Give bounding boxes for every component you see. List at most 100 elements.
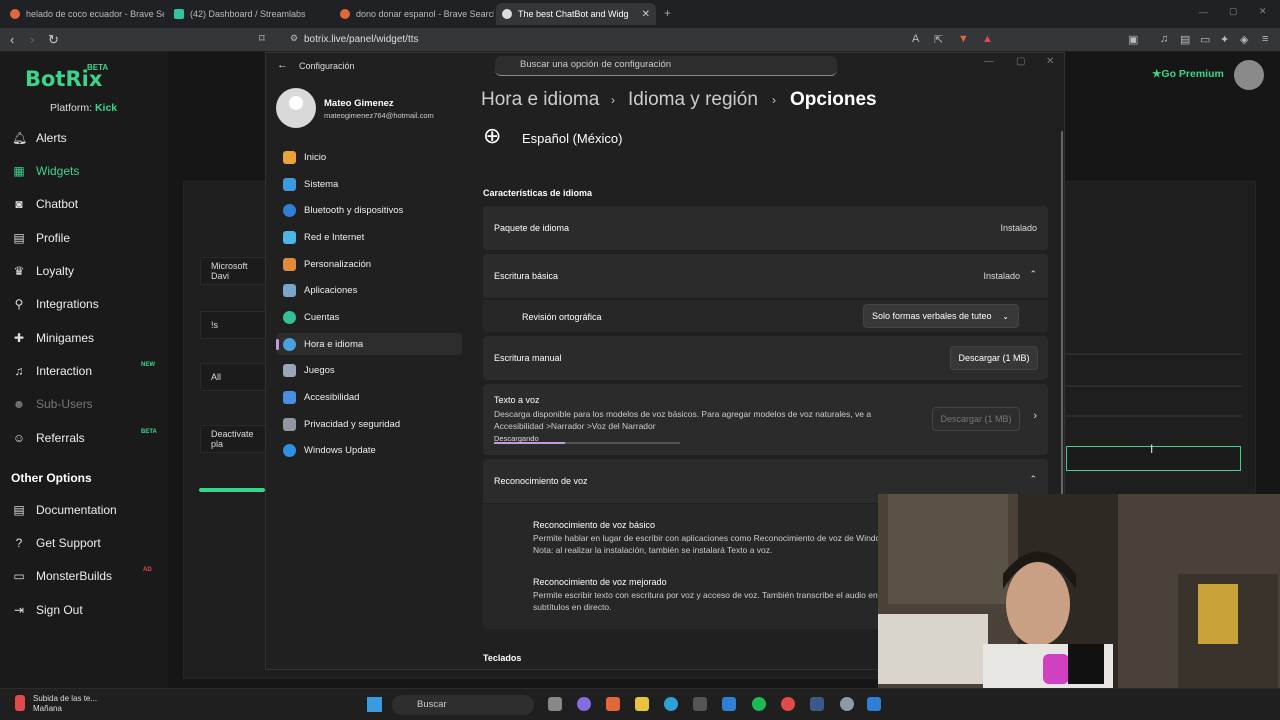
wallet-icon[interactable]: ▭ [1200,33,1210,46]
vpn-icon[interactable]: ◈ [1240,33,1248,46]
sidebar-item-monsterbuilds[interactable]: ▭ MonsterBuilds [12,569,112,583]
permission-select[interactable]: All [200,363,266,391]
browser-tab[interactable]: dono donar espanol - Brave Search [334,3,494,25]
breadcrumb-hora-idioma[interactable]: Hora e idioma [481,89,599,111]
sidebar-item-interaction[interactable]: ♫ Interaction [12,364,93,378]
go-premium-button[interactable]: ★Go Premium [1152,68,1224,80]
sidebar-item-alerts[interactable]: 🔔︎ Alerts [12,131,67,145]
avatar[interactable] [1234,60,1264,90]
back-arrow-icon[interactable]: ← [277,59,288,71]
recording-icon[interactable] [781,697,795,711]
sidebar-item-integrations[interactable]: ⚲ Integrations [12,297,99,311]
nav-item-windows-update[interactable]: Windows Update [276,439,462,461]
reader-icon[interactable]: ▤ [1180,33,1190,46]
steam-icon[interactable] [810,697,824,711]
spotify-icon[interactable] [752,697,766,711]
basic-typing-card[interactable]: Escritura básica Instalado ⌃ [483,254,1048,298]
new-badge: NEW [141,362,155,368]
brave-shield-icon[interactable]: ▼ [958,33,969,45]
minimize-icon[interactable]: — [984,56,994,67]
bookmark-icon[interactable]: ⌑ [259,32,265,45]
sidebar-item-sign-out[interactable]: ⇥ Sign Out [12,603,83,617]
close-window-icon[interactable]: ✕ [1259,6,1267,17]
file-explorer-icon[interactable] [635,697,649,711]
ad-badge: AD [143,567,152,573]
spelling-dropdown[interactable]: Solo formas verbales de tuteo ⌄ [863,304,1019,328]
edge-icon[interactable] [664,697,678,711]
nav-item-sistema[interactable]: Sistema [276,173,462,195]
platform-indicator: Platform: Kick [50,102,118,114]
mode-select[interactable]: Deactivate pla [200,425,266,453]
minimize-icon[interactable]: — [1199,7,1208,17]
sidebar-toggle-icon[interactable]: ▣ [1128,33,1138,46]
leo-icon[interactable]: ✦ [1220,33,1229,46]
tts-card[interactable]: Texto a voz Descarga disponible para los… [483,384,1048,455]
download-handwriting-button[interactable]: Descargar (1 MB) [950,346,1038,370]
copilot-icon[interactable] [577,697,591,711]
url-field[interactable]: botrix.live/panel/widget/tts [286,31,886,49]
browser-tab[interactable]: (42) Dashboard / Streamlabs [168,3,330,25]
text-input[interactable] [1066,446,1241,471]
sidebar-item-sub-users[interactable]: ☻ Sub-Users [12,397,93,411]
task-view-icon[interactable] [548,697,562,711]
settings-gear-icon[interactable] [840,697,854,711]
windows-start-icon[interactable] [367,697,382,712]
chevron-down-icon: ⌄ [1002,311,1009,321]
voice-select[interactable]: Microsoft Davi [200,257,266,285]
back-icon[interactable]: ‹ [10,32,14,47]
chevron-up-icon[interactable]: ⌃ [1029,269,1037,280]
user-avatar[interactable] [276,88,316,128]
forward-icon[interactable]: › [30,32,34,47]
brave-rewards-icon[interactable]: ▲ [982,33,993,45]
site-info-icon[interactable]: ⚙ [290,33,298,44]
nav-item-privacidad[interactable]: Privacidad y seguridad [276,413,462,435]
media-icon[interactable]: ♫ [1160,33,1168,45]
close-icon[interactable]: ✕ [1046,56,1054,67]
sidebar-item-get-support[interactable]: ? Get Support [12,536,101,550]
sidebar-item-widgets[interactable]: ▦ Widgets [12,164,79,178]
sidebar-item-chatbot[interactable]: ◙ Chatbot [12,197,78,211]
menu-icon[interactable]: ≡ [1262,33,1268,45]
sidebar-item-loyalty[interactable]: ♛ Loyalty [12,264,74,278]
nav-item-hora-idioma[interactable]: Hora e idioma [276,333,462,355]
users-icon: ☻ [12,397,26,411]
close-tab-icon[interactable]: ✕ [642,9,650,20]
weather-alert-icon [15,695,25,711]
sidebar-item-documentation[interactable]: ▤ Documentation [12,503,116,517]
breadcrumb-idioma-region[interactable]: Idioma y región [628,89,758,111]
maximize-icon[interactable]: ▢ [1016,56,1025,67]
sidebar-item-referrals[interactable]: ☺ Referrals [12,431,85,445]
taskbar-search[interactable]: Buscar [392,695,534,715]
chevron-up-icon[interactable]: ⌃ [1029,474,1037,485]
nav-item-cuentas[interactable]: Cuentas [276,306,462,328]
nav-item-accesibilidad[interactable]: Accesibilidad [276,386,462,408]
sidebar-item-minigames[interactable]: ✚ Minigames [12,331,94,345]
nav-item-aplicaciones[interactable]: Aplicaciones [276,279,462,301]
scrollbar[interactable] [1061,131,1063,511]
new-tab-icon[interactable]: + [664,6,671,20]
reload-icon[interactable]: ↻ [48,32,59,48]
mail-icon[interactable] [722,697,736,711]
command-input[interactable]: !s [200,311,266,339]
trophy-icon: ♛ [13,264,25,278]
maximize-icon[interactable]: ▢ [1229,6,1238,17]
translate-icon[interactable]: A [912,33,919,45]
accessibility-icon [283,390,296,404]
nav-item-inicio[interactable]: Inicio [276,146,462,168]
brave-icon[interactable] [606,697,620,711]
browser-tab-active[interactable]: The best ChatBot and Widgets fo ✕ [496,3,656,25]
nav-item-juegos[interactable]: Juegos [276,359,462,381]
share-icon[interactable]: ⇱ [934,33,943,46]
browser-tab[interactable]: helado de coco ecuador - Brave Search [4,3,164,25]
download-tts-button[interactable]: Descargar (1 MB) [932,407,1020,431]
nav-item-personalizacion[interactable]: Personalización [276,253,462,275]
nav-item-bluetooth[interactable]: Bluetooth y dispositivos [276,199,462,221]
app-icon[interactable] [867,697,881,711]
chevron-right-icon[interactable]: › [1033,410,1037,422]
nav-item-red[interactable]: Red e Internet [276,226,462,248]
sidebar-item-profile[interactable]: ▤ Profile [12,231,70,245]
settings-search-input[interactable]: Buscar una opción de configuración [495,56,837,76]
store-icon[interactable] [693,697,707,711]
network-icon [283,230,296,244]
weather-widget[interactable]: Subida de las te... Mañana [33,694,97,714]
